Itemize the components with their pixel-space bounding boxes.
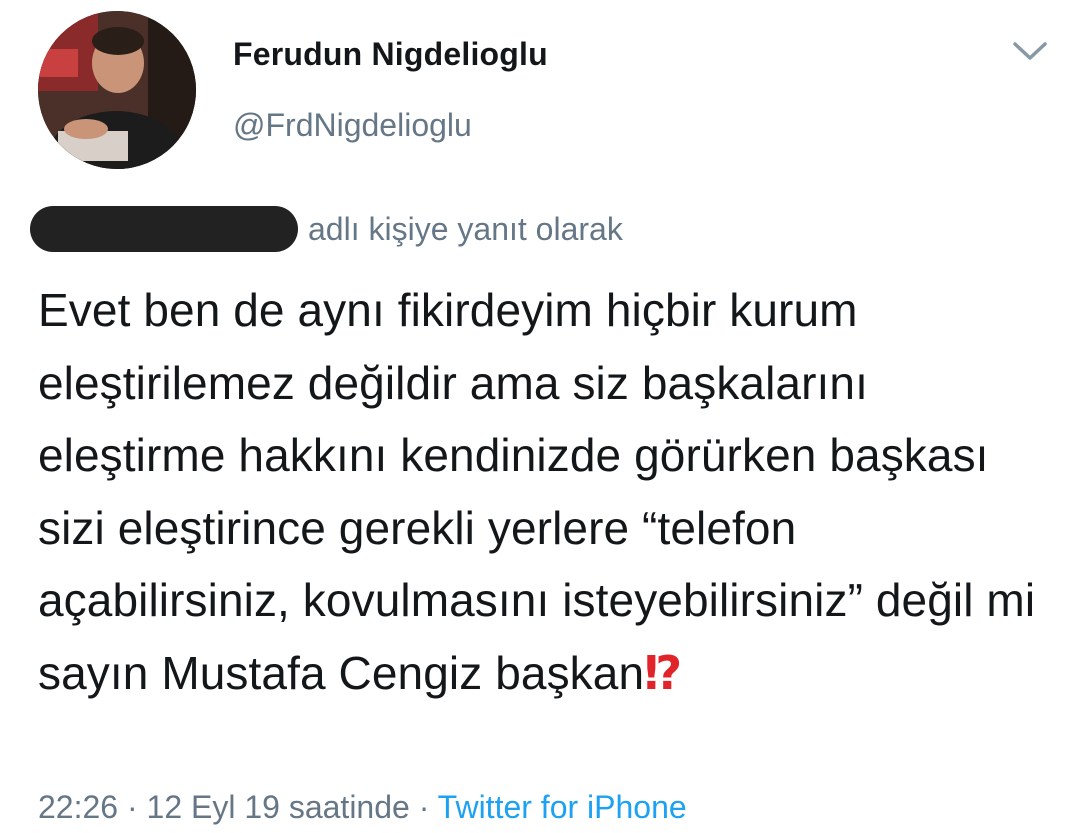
tweet-text: Evet ben de aynı fikirdeyim hiçbir kurum… [38, 274, 1058, 710]
redacted-username [30, 206, 298, 252]
author-name[interactable]: Ferudun Nigdelioglu [233, 36, 548, 73]
reply-context-label: adlı kişiye yanıt olarak [308, 210, 623, 247]
avatar[interactable] [38, 11, 196, 169]
meta-separator: · [418, 789, 430, 825]
tweet-time[interactable]: 22:26 [38, 789, 118, 825]
profile-photo [38, 11, 196, 169]
tweet-body: Evet ben de aynı fikirdeyim hiçbir kurum… [38, 284, 1036, 699]
tweet-meta: 22:26 · 12 Eyl 19 saatinde · Twitter for… [38, 789, 687, 826]
chevron-down-icon[interactable] [1009, 36, 1051, 66]
exclamation-question-icon: ⁉ [644, 646, 683, 699]
author-handle[interactable]: @FrdNigdelioglu [233, 107, 472, 144]
tweet-source-link[interactable]: Twitter for iPhone [438, 789, 687, 825]
tweet-date[interactable]: 12 Eyl 19 saatinde [147, 789, 410, 825]
reply-context: adlı kişiye yanıt olarak [30, 205, 623, 253]
meta-separator: · [126, 789, 138, 825]
